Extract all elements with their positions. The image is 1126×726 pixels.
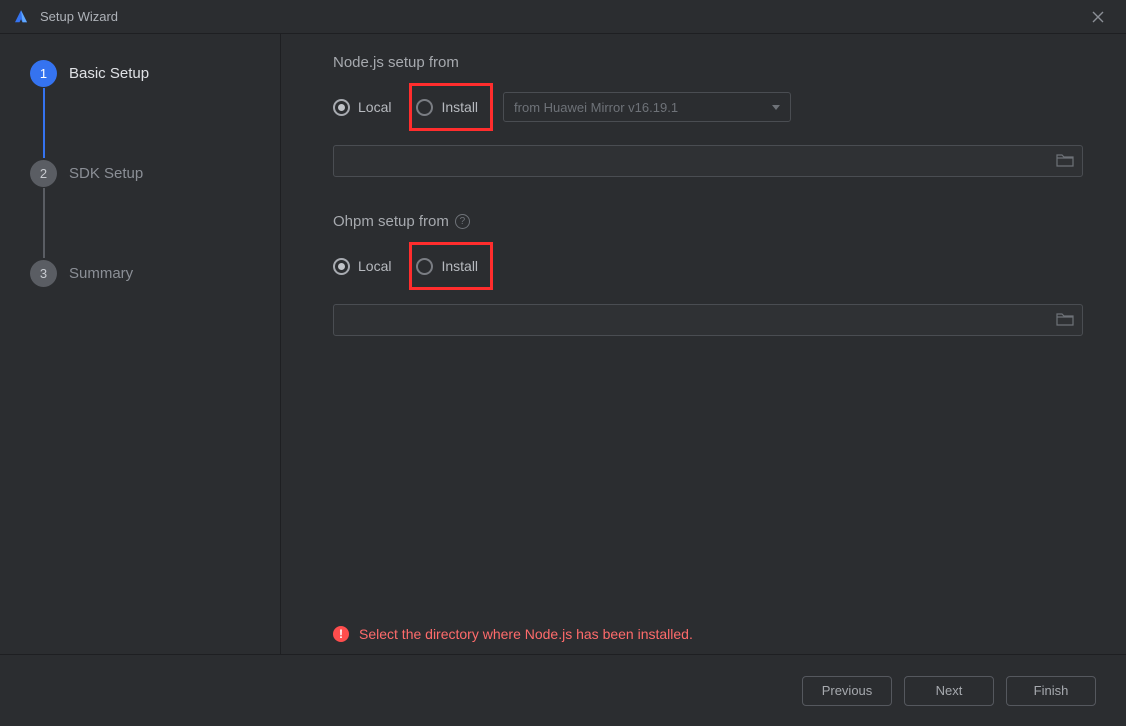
error-icon: ! [333,626,349,642]
ohpm-heading: Ohpm setup from ? [333,213,1086,230]
step-connector-1 [43,88,45,158]
wizard-sidebar: 1 Basic Setup 2 SDK Setup 3 Summary [0,34,281,654]
error-message: ! Select the directory where Node.js has… [333,626,693,642]
nodejs-local-radio[interactable]: Local [333,92,409,122]
nodejs-mirror-dropdown[interactable]: from Huawei Mirror v16.19.1 [503,92,791,122]
ohpm-local-label: Local [358,258,391,274]
nodejs-install-highlight: Install [409,83,493,131]
ohpm-heading-text: Ohpm setup from [333,213,449,230]
step-number-2: 2 [30,160,57,187]
ohpm-install-label: Install [441,258,478,274]
previous-button[interactable]: Previous [802,676,892,706]
titlebar: Setup Wizard [0,0,1126,34]
step-summary[interactable]: 3 Summary [30,258,280,288]
ohpm-radio-row: Local Install [333,242,1086,290]
nodejs-install-radio[interactable]: Install [416,92,482,122]
radio-icon [333,258,350,275]
step-label-basic: Basic Setup [69,65,149,82]
nodejs-path-input[interactable] [333,145,1083,177]
next-button[interactable]: Next [904,676,994,706]
finish-button[interactable]: Finish [1006,676,1096,706]
window-title: Setup Wizard [40,9,1082,24]
nodejs-heading: Node.js setup from [333,54,1086,71]
step-sdk-setup[interactable]: 2 SDK Setup [30,158,280,188]
folder-icon[interactable] [1056,312,1074,329]
radio-icon [416,258,433,275]
chevron-down-icon [772,105,780,110]
nodejs-install-label: Install [441,99,478,115]
app-logo-icon [12,8,30,26]
close-icon[interactable] [1082,5,1114,29]
step-connector-2 [43,188,45,258]
ohpm-install-radio[interactable]: Install [416,251,482,281]
footer: Previous Next Finish [0,654,1126,726]
step-basic-setup[interactable]: 1 Basic Setup [30,58,280,88]
step-label-sdk: SDK Setup [69,165,143,182]
dropdown-value: from Huawei Mirror v16.19.1 [514,100,678,115]
main-panel: Node.js setup from Local Install from Hu… [281,34,1126,654]
nodejs-radio-row: Local Install from Huawei Mirror v16.19.… [333,83,1086,131]
ohpm-path-input[interactable] [333,304,1083,336]
nodejs-local-label: Local [358,99,391,115]
step-number-1: 1 [30,60,57,87]
step-number-3: 3 [30,260,57,287]
radio-icon [333,99,350,116]
error-text: Select the directory where Node.js has b… [359,626,693,642]
step-label-summary: Summary [69,265,133,282]
radio-icon [416,99,433,116]
ohpm-install-highlight: Install [409,242,493,290]
ohpm-local-radio[interactable]: Local [333,251,409,281]
help-icon[interactable]: ? [455,214,470,229]
folder-icon[interactable] [1056,153,1074,170]
